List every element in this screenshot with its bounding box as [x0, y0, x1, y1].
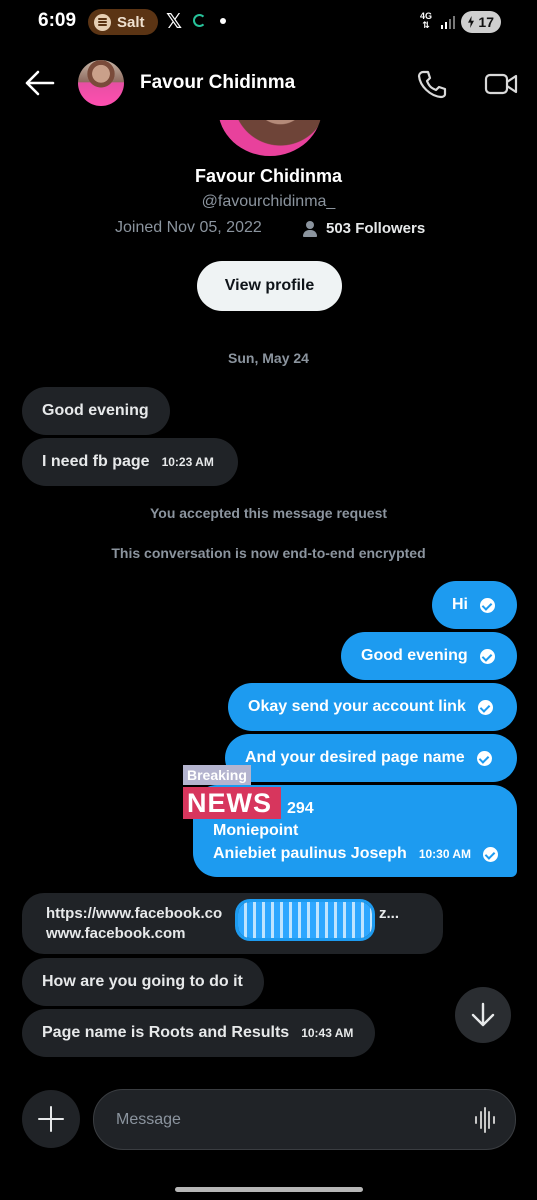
message-text: Aniebiet paulinus Joseph: [213, 845, 407, 862]
redaction-mark: [238, 902, 372, 938]
message-bubble-incoming[interactable]: Good evening: [22, 387, 170, 435]
date-separator: Sun, May 24: [228, 350, 309, 366]
system-message-encrypted[interactable]: This conversation is now end-to-end encr…: [0, 545, 537, 561]
spotify-chip: Salt: [88, 9, 158, 35]
message-text: Okay send your account link: [248, 698, 466, 715]
followers-count: 503 Followers: [326, 220, 426, 237]
breaking-news-overlay: Breaking NEWS: [183, 765, 283, 819]
battery-icon: 17: [461, 11, 501, 33]
profile-name: Favour Chidinma: [194, 166, 342, 186]
message-bubble-incoming[interactable]: I need fb page 10:23 AM: [22, 438, 238, 486]
status-bar: 6:09 Salt 𝕏 4G ⇅ 17: [0, 0, 537, 44]
message-input[interactable]: [93, 1089, 516, 1150]
profile-joined-date: Joined Nov 05, 2022: [115, 219, 262, 236]
message-text: Hi: [452, 596, 468, 613]
link-preview-bubble[interactable]: https://www.facebook.co z... www.faceboo…: [22, 893, 443, 954]
message-bubble-outgoing[interactable]: Okay send your account link: [228, 683, 517, 731]
message-bubble-incoming[interactable]: Page name is Roots and Results 10:43 AM: [22, 1009, 375, 1057]
notification-dot-icon: [220, 18, 226, 24]
video-call-icon[interactable]: [484, 70, 518, 98]
profile-followers: 503 Followers: [303, 220, 425, 237]
read-check-icon: [476, 750, 492, 766]
signal-icon: [441, 16, 455, 29]
message-text: I need fb page: [42, 453, 150, 470]
network-type: 4G ⇅: [420, 11, 433, 30]
message-text-line: Moniepoint: [213, 822, 299, 839]
message-time: 10:43 AM: [301, 1026, 354, 1040]
person-icon: [303, 220, 317, 237]
profile-handle: @favourchidinma_: [201, 193, 336, 210]
news-label: NEWS: [183, 787, 281, 819]
system-message-request: You accepted this message request: [149, 505, 388, 521]
read-check-icon: [479, 648, 495, 664]
link-url-tail: z...: [379, 905, 400, 922]
message-text: Good evening: [42, 402, 149, 419]
arrow-down-icon: [471, 1002, 495, 1027]
home-indicator[interactable]: [175, 1187, 363, 1192]
read-check-icon: [477, 699, 493, 715]
scroll-to-bottom-button[interactable]: [455, 987, 511, 1043]
status-time: 6:09: [38, 10, 77, 31]
read-check-icon: [480, 597, 495, 613]
back-arrow-icon[interactable]: [22, 68, 56, 98]
spotify-label: Salt: [117, 13, 145, 31]
message-text-line: 294: [287, 800, 314, 817]
sync-icon: [193, 14, 206, 27]
message-bubble-outgoing[interactable]: Hi: [432, 581, 517, 629]
spotify-icon: [94, 13, 111, 31]
network-label: 4G: [420, 11, 433, 21]
message-bubble-incoming[interactable]: How are you going to do it: [22, 958, 264, 1006]
add-attachment-button[interactable]: [22, 1090, 80, 1148]
conversation-header: Favour Chidinma: [0, 48, 537, 120]
message-time: 10:23 AM: [161, 455, 214, 469]
read-check-icon: [483, 846, 499, 862]
x-icon: 𝕏: [166, 11, 183, 33]
message-text-line: Aniebiet paulinus Joseph 10:30 AM: [213, 845, 499, 863]
message-text: Good evening: [361, 647, 468, 664]
header-avatar[interactable]: [78, 60, 124, 106]
link-domain: www.facebook.com: [46, 925, 186, 942]
message-text: Page name is Roots and Results: [42, 1024, 290, 1041]
link-url[interactable]: https://www.facebook.co: [46, 905, 222, 922]
header-contact-name[interactable]: Favour Chidinma: [140, 72, 295, 94]
breaking-label: Breaking: [183, 765, 251, 785]
message-text: How are you going to do it: [42, 973, 243, 990]
message-bubble-outgoing[interactable]: Good evening: [341, 632, 517, 680]
phone-icon[interactable]: [416, 68, 448, 100]
message-time: 10:30 AM: [418, 847, 472, 861]
voice-message-icon[interactable]: [474, 1107, 496, 1133]
view-profile-button[interactable]: View profile: [197, 261, 342, 311]
